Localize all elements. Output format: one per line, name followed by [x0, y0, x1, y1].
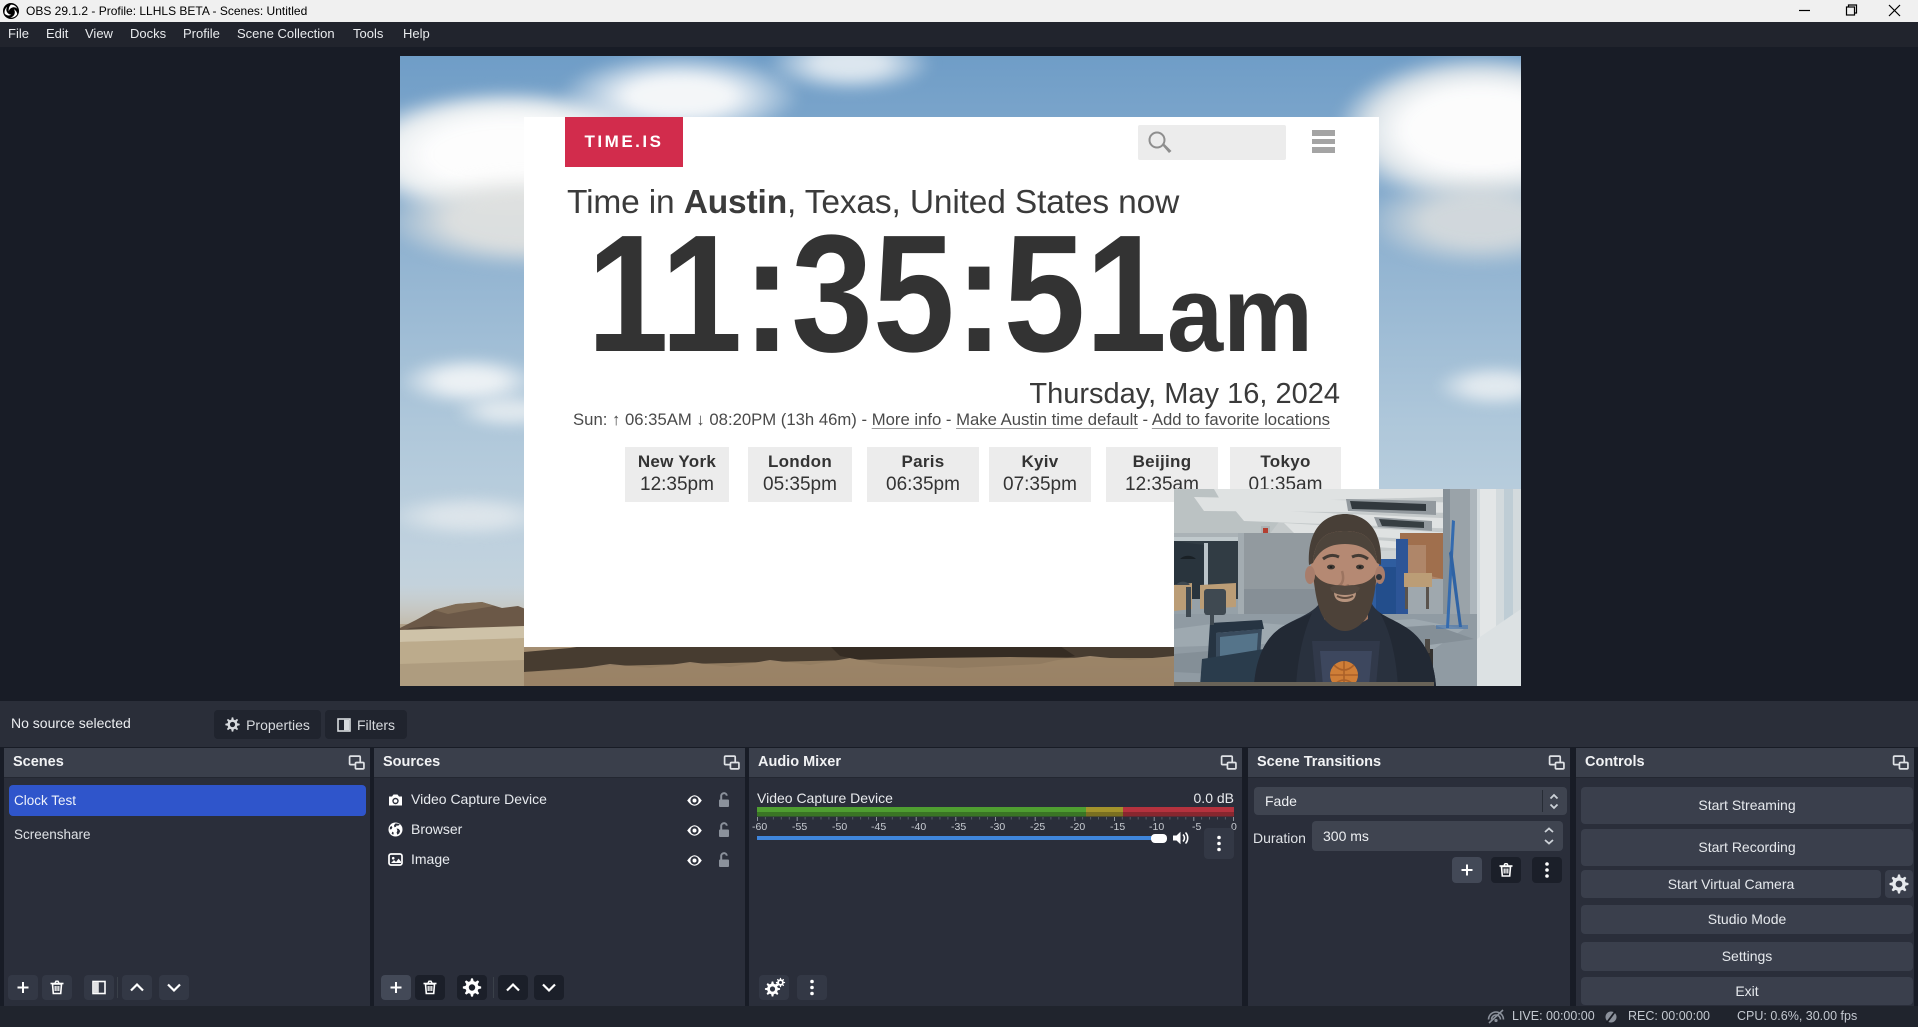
svg-text:am: am [1167, 254, 1313, 374]
svg-text:11:35:51: 11:35:51 [587, 201, 1167, 387]
